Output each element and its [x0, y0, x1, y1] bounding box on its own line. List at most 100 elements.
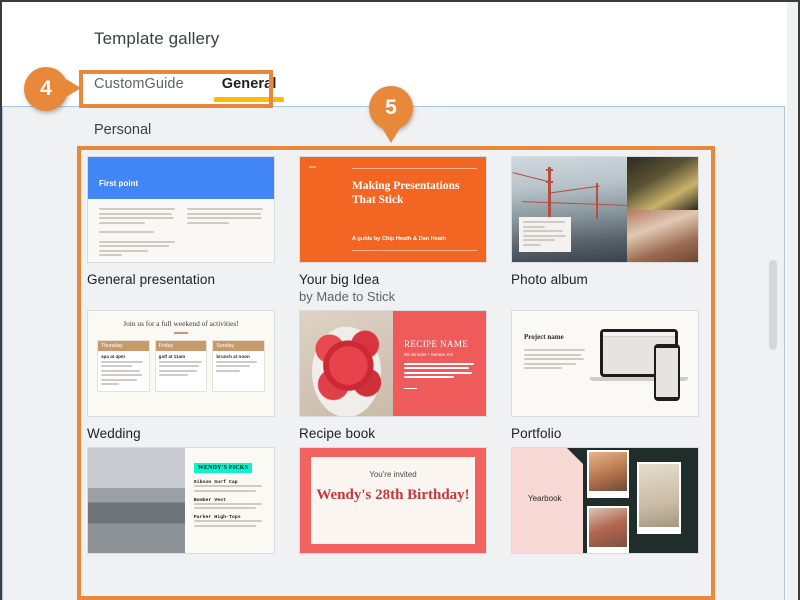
photo-raspberries	[300, 311, 393, 416]
pick-title: Bomber Vest	[193, 497, 227, 503]
photo-skateboarder	[88, 448, 185, 553]
template-thumbnail[interactable]: Project name	[511, 310, 699, 417]
template-thumbnail[interactable]: RECIPE NAME 30 minutes • Serves 4-6	[299, 310, 487, 417]
photo-table	[627, 209, 698, 262]
template-thumbnail[interactable]: Making Presentations That Stick A guide …	[299, 156, 487, 263]
scrollbar-track[interactable]	[766, 108, 780, 600]
template-card-your-big-idea[interactable]: Making Presentations That Stick A guide …	[299, 150, 504, 304]
slide-heading: Project name	[524, 333, 564, 341]
template-caption: General presentation	[87, 272, 277, 287]
template-card-wendys-picks[interactable]: WENDY'S PICKS Gibson Surf Cap Bomber Ves…	[87, 441, 292, 554]
template-card-birthday-invite[interactable]: You're invited Wendy's 28th Birthday!	[299, 441, 504, 554]
divider-dash	[174, 332, 188, 334]
phone-mockup	[654, 344, 680, 401]
template-name: Recipe book	[299, 426, 376, 441]
template-thumbnail[interactable]	[511, 156, 699, 263]
recipe-meta: 30 minutes • Serves 4-6	[404, 351, 453, 357]
invite-card: You're invited Wendy's 28th Birthday!	[311, 457, 475, 544]
day-label: Sunday	[213, 340, 265, 351]
bottom-rule	[352, 250, 477, 251]
template-thumbnail[interactable]: Join us for a full weekend of activities…	[87, 310, 275, 417]
template-name: Portfolio	[511, 426, 562, 441]
scrollbar-thumb[interactable]	[769, 260, 777, 350]
template-caption: Portfolio	[511, 426, 701, 441]
slide-heading: RECIPE NAME	[404, 338, 469, 349]
callout-pointer	[382, 128, 400, 143]
template-thumbnail[interactable]: You're invited Wendy's 28th Birthday!	[299, 447, 487, 554]
template-caption: Wedding	[87, 426, 277, 441]
slide-body	[88, 199, 274, 262]
tab-general[interactable]: General	[213, 76, 285, 102]
invite-heading: Wendy's 28th Birthday!	[316, 487, 470, 503]
day-label: Thursday	[98, 340, 149, 351]
polaroid-photo	[636, 462, 681, 534]
day-column: Thursday spa at 4pm	[97, 339, 150, 392]
invite-prefix: You're invited	[369, 470, 417, 479]
pick-item: Gibson Surf Cap	[193, 480, 265, 492]
template-card-wedding[interactable]: Join us for a full weekend of activities…	[87, 304, 292, 441]
template-card-portfolio[interactable]: Project name Portfolio	[511, 304, 716, 441]
corner-mark	[309, 166, 316, 168]
template-thumbnail[interactable]: First point	[87, 156, 275, 263]
day-event: golf at 11am	[158, 353, 186, 359]
slide-column-left	[99, 208, 175, 256]
template-card-photo-album[interactable]: Photo album	[511, 150, 716, 304]
picks-panel: WENDY'S PICKS Gibson Surf Cap Bomber Ves…	[185, 448, 274, 553]
template-gallery-dialog: Template gallery CustomGuide General Per…	[0, 0, 800, 600]
callout-badge-5: 5	[369, 86, 413, 143]
slide-heading: Making Presentations That Stick	[352, 180, 460, 207]
window-right-gutter	[787, 2, 798, 600]
template-caption: Photo album	[511, 272, 701, 287]
yearbook-title-panel: Yearbook	[512, 448, 583, 553]
template-subtitle: by Made to Stick	[299, 289, 396, 304]
pick-item: Parker High-Tops	[193, 515, 265, 527]
slide-header-band	[88, 157, 274, 199]
day-columns: Thursday spa at 4pm Friday golf at 11am …	[97, 339, 266, 392]
callout-number: 5	[385, 96, 397, 119]
template-card-yearbook[interactable]: Yearbook	[511, 441, 716, 554]
divider-dash	[404, 387, 417, 389]
template-thumbnail[interactable]: WENDY'S PICKS Gibson Surf Cap Bomber Ves…	[87, 447, 275, 554]
template-card-recipe-book[interactable]: RECIPE NAME 30 minutes • Serves 4-6 Reci…	[299, 304, 504, 441]
slide-body	[524, 349, 586, 372]
day-column: Friday golf at 11am	[154, 339, 208, 392]
slide-heading: Yearbook	[528, 494, 562, 503]
photo-collage	[583, 448, 698, 553]
template-name: Photo album	[511, 272, 588, 287]
template-name: Wedding	[87, 426, 141, 441]
day-event: brunch at noon	[216, 353, 250, 359]
tab-strip: CustomGuide General	[94, 76, 285, 102]
gallery-body: Personal First point General presentatio…	[2, 107, 785, 600]
photo-lemons	[627, 157, 698, 210]
callout-number: 4	[40, 77, 52, 100]
callout-badge-4: 4	[24, 67, 81, 111]
polaroid-photo	[586, 506, 629, 553]
slide-byline: A guide by Chip Heath & Dan Heath	[352, 236, 447, 242]
photo-caption	[519, 217, 571, 252]
tab-customguide[interactable]: CustomGuide	[94, 76, 184, 102]
section-heading-personal: Personal	[94, 122, 152, 138]
template-name: Your big Idea	[299, 272, 380, 287]
recipe-body	[404, 362, 475, 381]
page-title: Template gallery	[94, 29, 220, 48]
top-rule	[352, 168, 477, 169]
template-caption: Recipe book	[299, 426, 489, 441]
day-event: spa at 4pm	[101, 353, 125, 359]
template-caption: Your big Idea by Made to Stick	[299, 272, 489, 304]
picks-badge: WENDY'S PICKS	[193, 463, 253, 473]
slide-column-right	[187, 208, 263, 253]
day-label: Friday	[155, 340, 207, 351]
recipe-panel: RECIPE NAME 30 minutes • Serves 4-6	[393, 311, 486, 416]
slide-heading: Join us for a full weekend of activities…	[123, 319, 239, 328]
day-column: Sunday brunch at noon	[212, 339, 266, 392]
callout-pointer	[66, 79, 81, 97]
corner-fold	[566, 448, 583, 464]
template-thumbnail[interactable]: Yearbook	[511, 447, 699, 554]
photo-stack	[627, 157, 698, 262]
template-name: General presentation	[87, 272, 216, 287]
slide-heading: First point	[99, 179, 139, 188]
polaroid-photo	[586, 450, 629, 498]
template-card-general-presentation[interactable]: First point General presentation	[87, 150, 292, 304]
template-grid: First point General presentation Making …	[87, 150, 710, 554]
pick-item: Bomber Vest	[193, 497, 265, 509]
